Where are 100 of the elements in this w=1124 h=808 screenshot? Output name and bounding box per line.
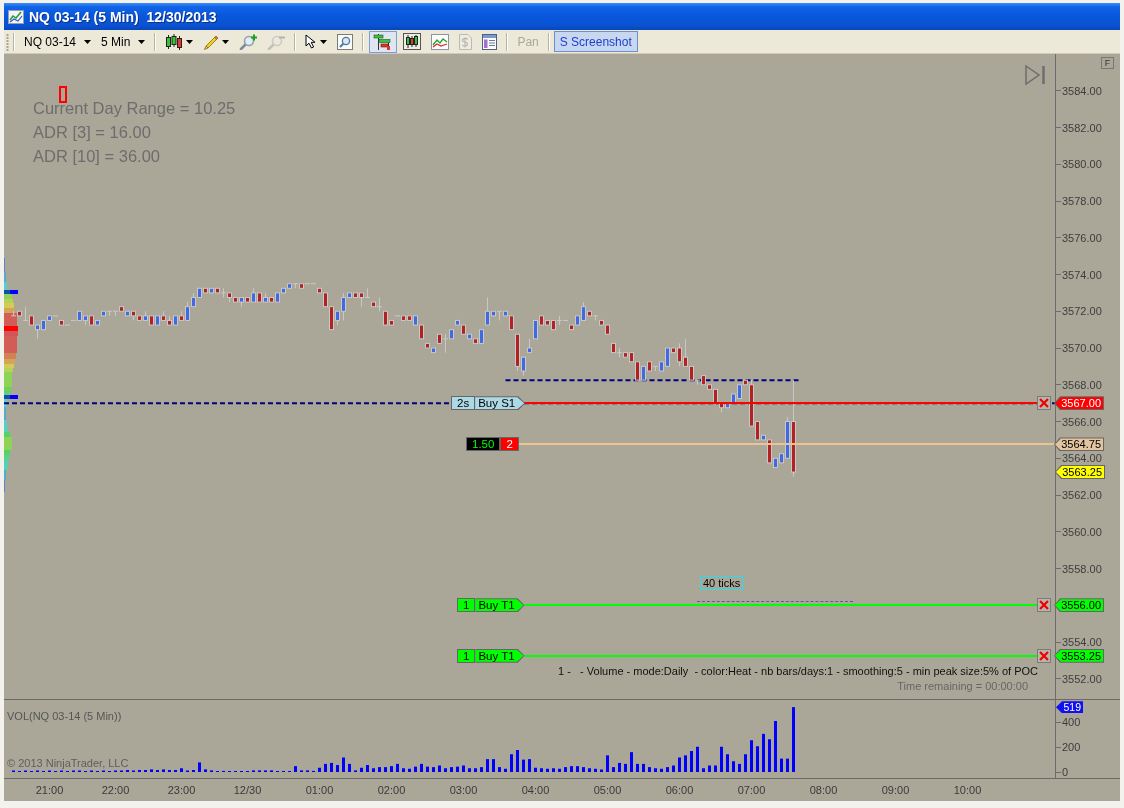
- falling-candle: [17, 310, 22, 317]
- form-icon: [482, 33, 498, 50]
- dollar-icon: [459, 33, 473, 50]
- volume-bar: [204, 769, 207, 772]
- volume-bar: [294, 766, 297, 772]
- grip-icon: [6, 32, 9, 51]
- position-quantity[interactable]: 2: [500, 437, 519, 452]
- volume-bar: [384, 767, 387, 772]
- price-tag: 3564.75: [1054, 437, 1104, 452]
- time-label: 23:00: [167, 784, 196, 797]
- volume-bar: [738, 763, 741, 772]
- order-label[interactable]: Buy S1: [475, 396, 526, 411]
- order-label[interactable]: Buy T1: [475, 648, 525, 663]
- volume-bar: [396, 763, 399, 772]
- caret-icon: [84, 39, 92, 44]
- axis-label: 3552.00: [1062, 672, 1102, 685]
- candlestick-icon: [165, 33, 184, 50]
- cancel-order-button[interactable]: [1037, 396, 1051, 411]
- cancel-order-button[interactable]: [1037, 648, 1051, 663]
- volume-bar: [522, 759, 525, 772]
- order-quantity[interactable]: 1: [457, 648, 476, 663]
- volume-bar: [336, 765, 339, 772]
- rising-candle: [155, 315, 160, 326]
- volume-bar: [546, 768, 549, 772]
- cancel-order-button[interactable]: [1037, 598, 1051, 613]
- rising-candle: [263, 292, 268, 303]
- falling-candle: [269, 297, 274, 303]
- price-tag: 3556.00: [1054, 598, 1104, 613]
- line-chart-icon: [431, 33, 450, 50]
- falling-candle: [569, 324, 574, 331]
- volume-bar: [612, 767, 615, 772]
- axis-label: 3554.00: [1062, 636, 1102, 649]
- time-label: 10:00: [953, 784, 982, 797]
- volume-bar: [558, 768, 561, 772]
- volume-bar: [450, 767, 453, 772]
- falling-candle: [257, 292, 262, 303]
- falling-candle: [461, 324, 466, 335]
- falling-candle: [299, 283, 304, 289]
- order-line[interactable]: [524, 604, 1037, 607]
- axis-label: 3558.00: [1062, 562, 1102, 575]
- copyright-text: © 2013 NinjaTrader, LLC: [7, 757, 129, 769]
- volume-bar: [348, 763, 351, 772]
- volume-bar: [630, 752, 633, 772]
- time-label: 08:00: [809, 784, 838, 797]
- flat-candle: [593, 315, 598, 321]
- screenshot-button[interactable]: S Screenshot: [553, 31, 638, 52]
- close-icon: [1039, 600, 1049, 611]
- order-quantity[interactable]: 1: [457, 598, 476, 613]
- order-line[interactable]: [524, 654, 1037, 657]
- order-quantity[interactable]: 2s: [451, 396, 476, 411]
- instrument-dropdown[interactable]: NQ 03-14: [19, 31, 97, 52]
- volume-bar: [678, 757, 681, 772]
- skip-to-end-icon[interactable]: [1024, 64, 1048, 86]
- axis-label: 3566.00: [1062, 415, 1102, 428]
- volume-bar: [786, 758, 789, 772]
- pencil-icon: [203, 33, 220, 50]
- close-icon: [1039, 398, 1049, 409]
- rising-candle: [449, 329, 454, 340]
- falling-candle: [767, 439, 772, 464]
- rising-candle: [101, 310, 106, 317]
- corner-button[interactable]: F: [1101, 57, 1114, 69]
- falling-candle: [149, 315, 154, 326]
- falling-candle: [203, 287, 208, 294]
- axis-label: 3570.00: [1062, 342, 1102, 354]
- volume-bar: [468, 768, 471, 772]
- volume-bar: [720, 746, 723, 772]
- rising-candle: [413, 315, 418, 326]
- axis-label: 3578.00: [1062, 195, 1102, 207]
- volume-bar: [618, 762, 621, 772]
- order-label[interactable]: Buy T1: [475, 598, 525, 613]
- order-bars-icon: [373, 32, 394, 51]
- volume-bar: [672, 765, 675, 772]
- volume-bar: [324, 763, 327, 772]
- order-bars-button[interactable]: [369, 30, 398, 53]
- volume-bar: [390, 766, 393, 772]
- falling-candle: [437, 333, 442, 344]
- pane-title: VOL(NQ 03-14 (5 Min)): [7, 710, 122, 723]
- caret-icon: [138, 39, 146, 44]
- rising-candle: [521, 356, 526, 376]
- volume-bar: [582, 767, 585, 772]
- interval-dropdown[interactable]: 5 Min: [96, 31, 151, 52]
- chart-icon: [8, 9, 24, 24]
- axis-label: 3560.00: [1062, 525, 1102, 538]
- rising-candle: [173, 315, 178, 326]
- falling-candle: [59, 319, 64, 326]
- volume-bar: [444, 768, 447, 772]
- timer-text: Time remaining = 00:00:00: [897, 679, 1028, 693]
- volume-bar: [372, 768, 375, 772]
- rising-candle: [125, 310, 130, 317]
- falling-candle: [647, 361, 652, 372]
- volume-bar: [648, 767, 651, 772]
- axis-label: 200: [1062, 741, 1081, 753]
- order-line[interactable]: [525, 402, 1037, 405]
- rising-candle: [503, 310, 508, 317]
- position-pnl: 1.50: [466, 437, 501, 452]
- volume-bar: [414, 766, 417, 772]
- volume-bar: [528, 759, 531, 772]
- volume-bar: [492, 759, 495, 772]
- stat-text: Current Day Range = 10.25: [33, 98, 236, 119]
- time-label: 03:00: [449, 784, 478, 797]
